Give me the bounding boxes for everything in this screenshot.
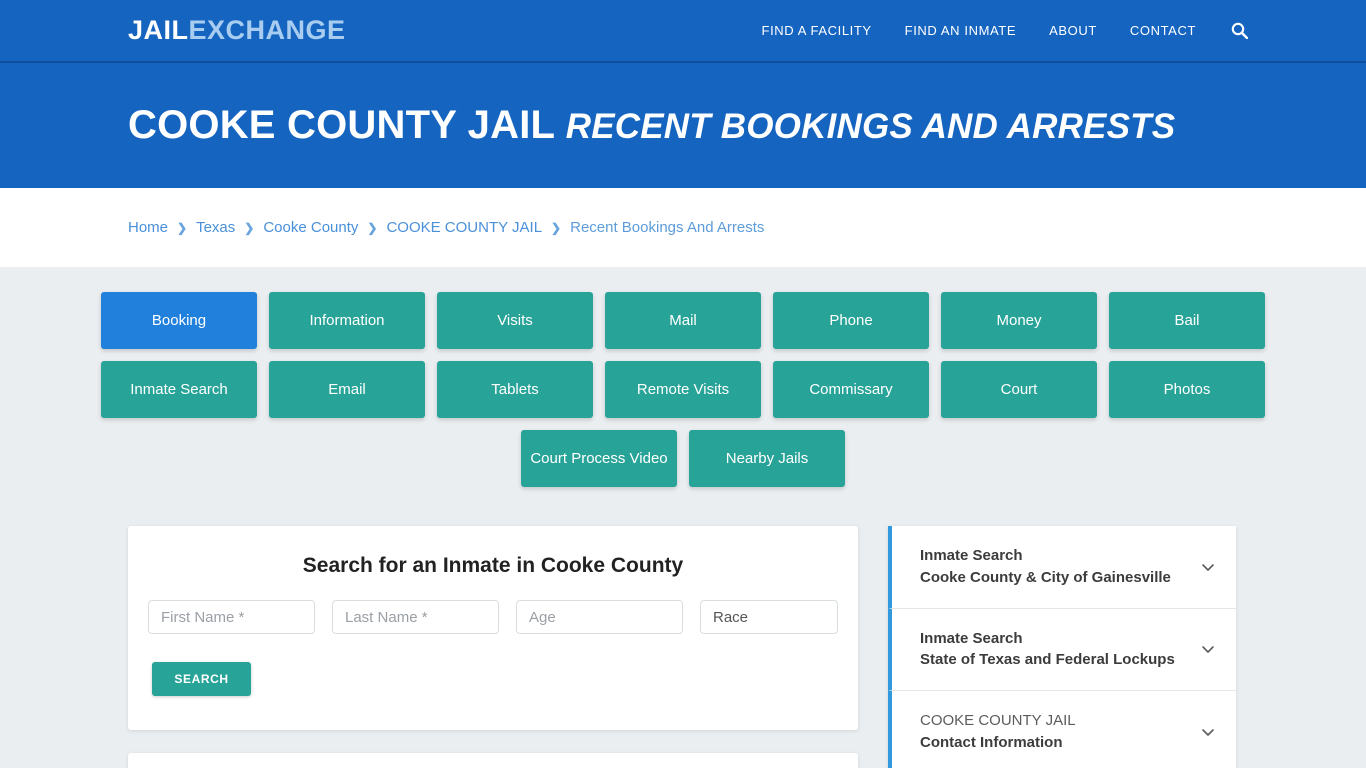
main-navigation: FIND A FACILITY FIND AN INMATE ABOUT CON…	[762, 22, 1248, 39]
faq-card: Frequently Asked Questions about COOKE C…	[128, 753, 858, 768]
search-card-title: Search for an Inmate in Cooke County	[302, 554, 684, 577]
nav-item-find-an-inmate[interactable]: FIND AN INMATE	[905, 23, 1016, 38]
sidebar-item-line2: Cooke County & City of Gainesville	[920, 568, 1171, 586]
search-icon[interactable]	[1231, 22, 1248, 39]
logo-text-primary: JAIL	[128, 15, 189, 45]
tab-inmate-search[interactable]: Inmate Search	[101, 361, 257, 418]
sidebar-item-inmate-search-state[interactable]: Inmate Search State of Texas and Federal…	[888, 608, 1236, 691]
hero-banner: COOKE COUNTY JAIL RECENT BOOKINGS AND AR…	[0, 63, 1366, 188]
tab-email[interactable]: Email	[269, 361, 425, 418]
page-title-facility: COOKE COUNTY JAIL	[128, 103, 555, 147]
tab-remote-visits[interactable]: Remote Visits	[605, 361, 761, 418]
tab-court[interactable]: Court	[941, 361, 1097, 418]
main-column: Search for an Inmate in Cooke County Rac…	[128, 526, 858, 768]
logo-text-secondary: EXCHANGE	[188, 15, 346, 45]
page-title-section: RECENT BOOKINGS AND ARRESTS	[565, 107, 1176, 146]
nav-item-contact[interactable]: CONTACT	[1130, 23, 1196, 38]
search-button[interactable]: SEARCH	[152, 662, 251, 696]
tab-booking[interactable]: Booking	[101, 292, 257, 349]
sidebar-item-line1: COOKE COUNTY JAIL	[920, 712, 1076, 729]
tab-photos[interactable]: Photos	[1109, 361, 1265, 418]
tab-visits[interactable]: Visits	[437, 292, 593, 349]
sidebar-item-line2: Contact Information	[920, 733, 1063, 751]
age-input[interactable]	[516, 600, 683, 634]
sidebar-item-line1: Inmate Search	[920, 547, 1023, 564]
last-name-input[interactable]	[332, 600, 499, 634]
chevron-down-icon	[1198, 639, 1218, 659]
nav-item-find-a-facility[interactable]: FIND A FACILITY	[762, 23, 872, 38]
sidebar-item-line1: Inmate Search	[920, 629, 1023, 647]
breadcrumb: Home ❯ Texas ❯ Cooke County ❯ COOKE COUN…	[128, 219, 764, 236]
content-columns: Search for an Inmate in Cooke County Rac…	[128, 526, 1238, 768]
breadcrumb-item-current: Recent Bookings And Arrests	[570, 219, 765, 236]
search-fields-row: Race	[148, 600, 838, 634]
main-content: Booking Information Visits Mail Phone Mo…	[0, 267, 1366, 768]
tab-money[interactable]: Money	[941, 292, 1097, 349]
page-title: COOKE COUNTY JAIL RECENT BOOKINGS AND AR…	[128, 103, 1175, 148]
sidebar-item-text: Inmate Search Cooke County & City of Gai…	[920, 545, 1188, 589]
tab-mail[interactable]: Mail	[605, 292, 761, 349]
tab-row-1: Booking Information Visits Mail Phone Mo…	[101, 292, 1265, 349]
breadcrumb-separator-icon: ❯	[177, 220, 188, 235]
sidebar-item-contact-information[interactable]: COOKE COUNTY JAIL Contact Information	[888, 691, 1236, 768]
breadcrumb-separator-icon: ❯	[244, 220, 255, 235]
sidebar-column: Inmate Search Cooke County & City of Gai…	[888, 526, 1236, 768]
breadcrumb-item-cooke-county-jail[interactable]: COOKE COUNTY JAIL	[386, 219, 542, 236]
sidebar-item-line2: State of Texas and Federal Lockups	[920, 651, 1175, 669]
tab-row-3: Court Process Video Nearby Jails	[521, 430, 845, 487]
facility-tab-grid: Booking Information Visits Mail Phone Mo…	[101, 292, 1265, 499]
site-logo[interactable]: JAILEXCHANGE	[128, 15, 346, 46]
breadcrumb-separator-icon: ❯	[367, 220, 378, 235]
inmate-search-card: Search for an Inmate in Cooke County Rac…	[128, 526, 858, 730]
tab-information[interactable]: Information	[269, 292, 425, 349]
sidebar-item-text: Inmate Search State of Texas and Federal…	[920, 628, 1188, 672]
chevron-down-icon	[1198, 557, 1218, 577]
breadcrumb-item-cooke-county[interactable]: Cooke County	[263, 219, 358, 236]
chevron-down-icon	[1198, 722, 1218, 742]
tab-row-2: Inmate Search Email Tablets Remote Visit…	[101, 361, 1265, 418]
sidebar-item-inmate-search-county[interactable]: Inmate Search Cooke County & City of Gai…	[888, 526, 1236, 609]
tab-court-process-video[interactable]: Court Process Video	[521, 430, 677, 487]
tab-commissary[interactable]: Commissary	[773, 361, 929, 418]
tab-phone[interactable]: Phone	[773, 292, 929, 349]
breadcrumb-item-texas[interactable]: Texas	[196, 219, 235, 236]
breadcrumb-band: Home ❯ Texas ❯ Cooke County ❯ COOKE COUN…	[0, 188, 1366, 267]
breadcrumb-separator-icon: ❯	[551, 220, 562, 235]
site-header: JAILEXCHANGE FIND A FACILITY FIND AN INM…	[0, 0, 1366, 63]
tab-tablets[interactable]: Tablets	[437, 361, 593, 418]
race-select[interactable]: Race	[700, 600, 838, 634]
tab-bail[interactable]: Bail	[1109, 292, 1265, 349]
first-name-input[interactable]	[148, 600, 315, 634]
sidebar-accordion: Inmate Search Cooke County & City of Gai…	[888, 526, 1236, 768]
nav-item-about[interactable]: ABOUT	[1049, 23, 1097, 38]
sidebar-item-text: COOKE COUNTY JAIL Contact Information	[920, 710, 1188, 754]
tab-nearby-jails[interactable]: Nearby Jails	[689, 430, 845, 487]
breadcrumb-item-home[interactable]: Home	[128, 219, 168, 236]
